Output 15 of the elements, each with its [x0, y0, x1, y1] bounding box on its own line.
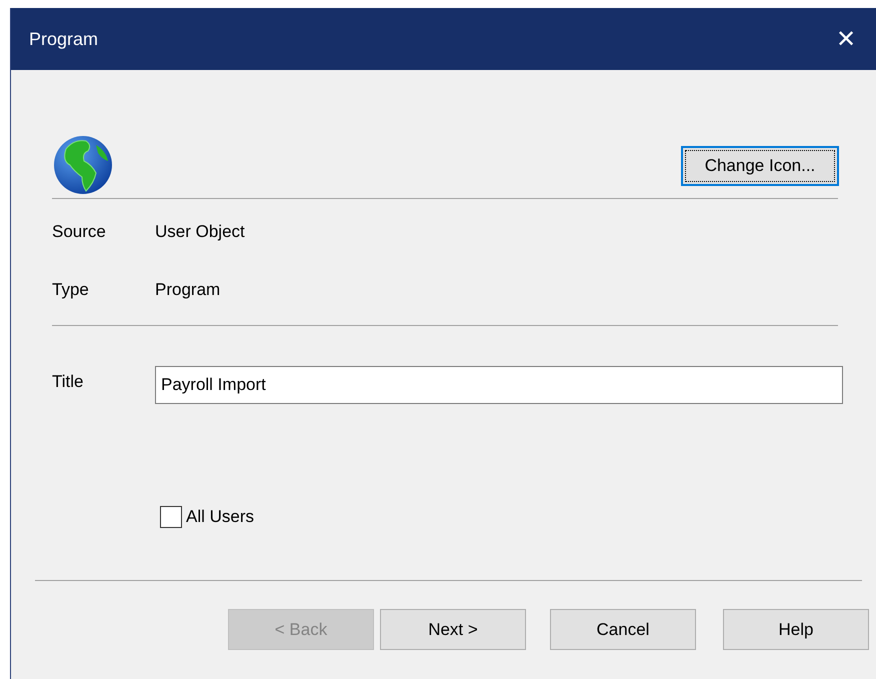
title-field[interactable]: Payroll Import	[155, 366, 843, 404]
cancel-button[interactable]: Cancel	[550, 609, 696, 650]
checkbox[interactable]	[160, 506, 182, 528]
property-label: Source	[52, 222, 107, 242]
help-button[interactable]: Help	[723, 609, 869, 650]
globe-icon	[52, 135, 114, 197]
property-value: Program	[155, 280, 220, 300]
close-icon[interactable]: ✕	[834, 24, 858, 54]
property-label: Type	[52, 280, 90, 300]
property-value: User Object	[155, 222, 245, 242]
change-icon-button[interactable]: Change Icon...	[681, 146, 839, 186]
window-title: Program	[29, 28, 98, 50]
title-label: Title	[52, 371, 84, 392]
next-button[interactable]: Next >	[380, 609, 526, 650]
checkbox-label: All Users	[186, 507, 254, 527]
